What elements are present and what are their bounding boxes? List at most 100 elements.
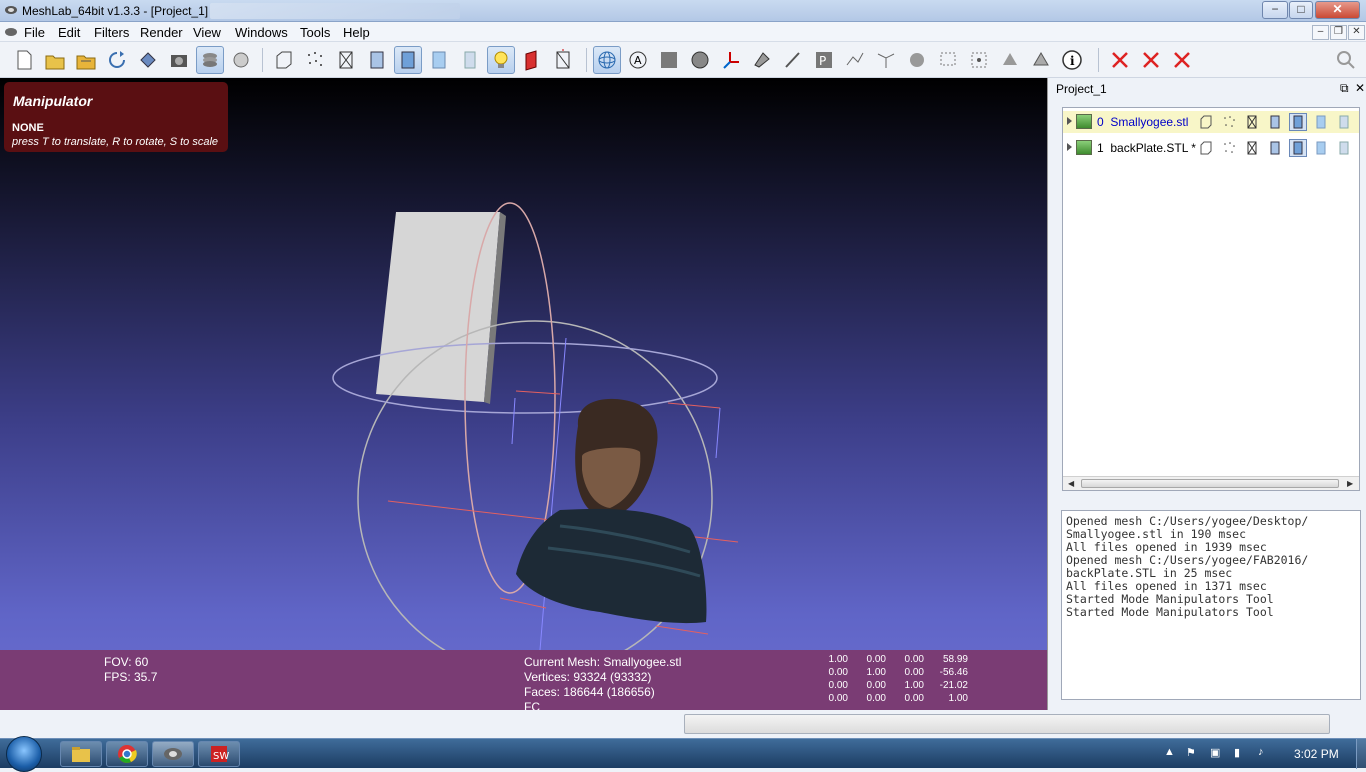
menu-edit[interactable]: Edit <box>58 25 80 40</box>
axis-icon[interactable] <box>717 46 745 74</box>
bbox-icon[interactable] <box>270 46 298 74</box>
wireframe-icon[interactable] <box>1243 113 1261 131</box>
layer-index: 0 <box>1097 115 1104 129</box>
shade-icon[interactable] <box>655 46 683 74</box>
normals-icon[interactable] <box>549 46 577 74</box>
points-icon[interactable] <box>1220 113 1238 131</box>
layer-row-1[interactable]: 1 backPlate.STL * <box>1063 137 1359 159</box>
align-icon[interactable] <box>841 46 869 74</box>
bbox-icon[interactable] <box>1197 139 1215 157</box>
torso-mesh <box>516 508 707 624</box>
points-icon[interactable] <box>1220 139 1238 157</box>
minimize-button[interactable]: − <box>1262 1 1288 19</box>
mdi-minimize-button[interactable]: – <box>1312 25 1329 40</box>
visibility-icon[interactable] <box>1076 140 1092 155</box>
fit-icon[interactable] <box>996 46 1024 74</box>
menu-file[interactable]: File <box>24 25 45 40</box>
smooth-icon[interactable] <box>1312 113 1330 131</box>
smooth-icon[interactable] <box>425 46 453 74</box>
bbox-icon[interactable] <box>1197 113 1215 131</box>
texture-icon[interactable] <box>456 46 484 74</box>
remove-icon-2[interactable] <box>1137 46 1165 74</box>
reference-icon[interactable] <box>934 46 962 74</box>
expand-arrow-icon[interactable] <box>1067 143 1072 151</box>
meshlab-system-icon[interactable] <box>4 26 18 38</box>
new-icon[interactable] <box>10 46 38 74</box>
wireframe-icon[interactable] <box>332 46 360 74</box>
parametrization-icon[interactable]: P <box>810 46 838 74</box>
light-icon[interactable] <box>487 46 515 74</box>
info-icon[interactable]: i <box>1058 46 1086 74</box>
menu-filters[interactable]: Filters <box>94 25 129 40</box>
layer-row-0[interactable]: 0 Smallyogee.stl <box>1063 111 1359 133</box>
manipulator-hint: press T to translate, R to rotate, S to … <box>12 136 219 148</box>
texture-icon[interactable] <box>1335 113 1353 131</box>
maximize-button[interactable]: □ <box>1289 1 1313 19</box>
expand-arrow-icon[interactable] <box>1067 117 1072 125</box>
panel-close-button[interactable]: ✕ <box>1355 81 1365 95</box>
panel-float-button[interactable]: ⧉ <box>1340 81 1349 96</box>
tray-device-icon[interactable]: ▣ <box>1210 746 1220 759</box>
tray-arrow-icon[interactable]: ▲ <box>1164 746 1175 758</box>
remove-icon-3[interactable] <box>1168 46 1196 74</box>
edit-vertex-icon[interactable] <box>872 46 900 74</box>
layers-icon[interactable] <box>196 46 224 74</box>
render-mode-icon[interactable] <box>227 46 255 74</box>
pick-points-icon[interactable] <box>965 46 993 74</box>
search-icon[interactable] <box>1332 46 1360 74</box>
meshlab-icon[interactable] <box>152 741 194 767</box>
flat-icon[interactable] <box>1289 113 1307 131</box>
menu-view[interactable]: View <box>193 25 221 40</box>
hidden-lines-icon[interactable] <box>363 46 391 74</box>
explorer-icon[interactable] <box>60 741 102 767</box>
select-faces-icon[interactable] <box>686 46 714 74</box>
taskbar-clock[interactable]: 3:02 PM <box>1294 747 1339 761</box>
flat-icon[interactable] <box>1289 139 1307 157</box>
chrome-icon[interactable] <box>106 741 148 767</box>
show-desktop-button[interactable] <box>1356 739 1366 769</box>
measure-icon[interactable] <box>903 46 931 74</box>
mdi-restore-button[interactable]: ❐ <box>1330 25 1347 40</box>
brush-icon[interactable] <box>779 46 807 74</box>
horizontal-scrollbar[interactable]: ◀ ▶ <box>1063 476 1359 490</box>
flat-icon[interactable] <box>394 46 422 74</box>
open-icon[interactable] <box>41 46 69 74</box>
menu-render[interactable]: Render <box>140 25 183 40</box>
panel-title: Project_1 <box>1056 82 1107 96</box>
smooth-icon[interactable] <box>1312 139 1330 157</box>
hidden-lines-icon[interactable] <box>1266 139 1284 157</box>
texture-icon[interactable] <box>1335 139 1353 157</box>
snapshot-icon[interactable] <box>165 46 193 74</box>
matrix-row: 1.00 0.00 0.00 58.99 <box>810 654 968 667</box>
tray-network-icon[interactable]: ▮ <box>1234 746 1240 759</box>
backface-icon[interactable] <box>518 46 546 74</box>
manipulator-icon[interactable] <box>593 46 621 74</box>
menu-windows[interactable]: Windows <box>235 25 288 40</box>
edit-tool-icon[interactable] <box>1027 46 1055 74</box>
3d-viewport[interactable]: Manipulator NONE press T to translate, R… <box>0 78 1048 710</box>
save-icon[interactable] <box>134 46 162 74</box>
hidden-lines-icon[interactable] <box>1266 113 1284 131</box>
reload-icon[interactable] <box>103 46 131 74</box>
tray-flag-icon[interactable]: ⚑ <box>1186 746 1196 759</box>
scroll-left-icon[interactable]: ◀ <box>1068 479 1074 488</box>
matrix-cell: 0.00 <box>828 667 848 678</box>
visibility-icon[interactable] <box>1076 114 1092 129</box>
paint-icon[interactable] <box>748 46 776 74</box>
remove-icon-1[interactable] <box>1106 46 1134 74</box>
open-project-icon[interactable] <box>72 46 100 74</box>
start-button[interactable] <box>6 736 42 772</box>
solidworks-icon[interactable]: SW <box>198 741 240 767</box>
wireframe-icon[interactable] <box>1243 139 1261 157</box>
scroll-right-icon[interactable]: ▶ <box>1347 479 1353 488</box>
scrollbar-thumb[interactable] <box>1081 479 1339 488</box>
menu-tools[interactable]: Tools <box>300 25 330 40</box>
mdi-close-button[interactable]: ✕ <box>1348 25 1365 40</box>
matrix-cell: 0.00 <box>904 667 924 678</box>
close-button[interactable]: ✕ <box>1315 1 1360 19</box>
tray-volume-icon[interactable]: ♪ <box>1258 746 1264 758</box>
points-icon[interactable] <box>301 46 329 74</box>
scene-canvas[interactable] <box>0 78 1048 710</box>
menu-help[interactable]: Help <box>343 25 370 40</box>
annotation-icon[interactable]: A <box>624 46 652 74</box>
